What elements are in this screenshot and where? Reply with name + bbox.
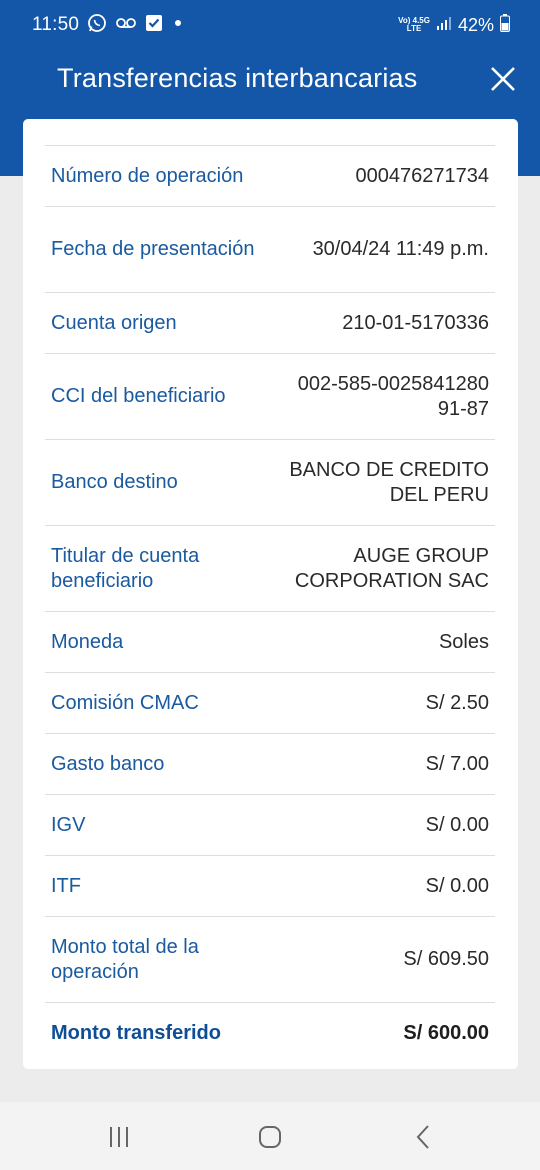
- detail-label: Cuenta origen: [51, 311, 177, 334]
- detail-label: Titular de cuenta beneficiario: [51, 544, 200, 592]
- status-left: 11:50: [32, 13, 185, 38]
- detail-value: 30/04/24 11:49 p.m.: [312, 238, 489, 260]
- detail-label: Gasto banco: [51, 752, 165, 775]
- detail-row-beneficiary-cci: CCI del beneficiario 002-585-0025841280 …: [45, 353, 495, 439]
- whatsapp-icon: [87, 13, 107, 38]
- back-icon: [416, 1125, 429, 1149]
- detail-label: CCI del beneficiario: [51, 385, 226, 407]
- back-button[interactable]: [402, 1122, 442, 1152]
- network-indicator: Vo) 4.5G LTE: [398, 17, 430, 33]
- close-icon: [491, 67, 515, 91]
- detail-row-beneficiary-holder: Titular de cuenta beneficiario AUGE GROU…: [45, 525, 495, 611]
- network-bottom-label: LTE: [406, 24, 422, 33]
- detail-label: Monto total de la operación: [51, 935, 199, 983]
- checkbox-icon: [145, 14, 163, 37]
- detail-label: Banco destino: [51, 471, 178, 493]
- detail-row-transferred-amount: Monto transferido S/ 600.00: [45, 1002, 495, 1063]
- detail-label: Fecha de presentación: [51, 238, 255, 260]
- detail-label: IGV: [51, 813, 86, 836]
- detail-value: S/ 600.00: [403, 1021, 489, 1044]
- detail-label: Monto transferido: [51, 1021, 221, 1044]
- operation-details-card: Número de operación 000476271734 Fecha d…: [23, 119, 518, 1069]
- detail-value: S/ 0.00: [425, 874, 489, 897]
- home-button[interactable]: [250, 1122, 290, 1152]
- battery-icon: [500, 13, 510, 37]
- notification-dot-icon: [171, 16, 185, 35]
- detail-row-destination-bank: Banco destino BANCO DE CREDITO DEL PERU: [45, 439, 495, 525]
- detail-row-igv: IGV S/ 0.00: [45, 794, 495, 855]
- detail-row-itf: ITF S/ 0.00: [45, 855, 495, 916]
- detail-value: 210-01-5170336: [342, 311, 489, 334]
- detail-row-source-account: Cuenta origen 210-01-5170336: [45, 292, 495, 353]
- detail-label: Número de operación: [51, 164, 244, 187]
- status-time: 11:50: [32, 14, 80, 35]
- detail-value: Soles: [438, 630, 489, 653]
- detail-label: Moneda: [51, 630, 124, 653]
- system-navigation-bar: [0, 1102, 540, 1170]
- signal-icon: [436, 15, 452, 36]
- detail-value: 002-585-0025841280 91-87: [297, 372, 489, 420]
- detail-value: S/ 0.00: [425, 813, 489, 836]
- page-title: Transferencias interbancarias: [57, 63, 418, 93]
- detail-value: 000476271734: [355, 164, 489, 187]
- detail-value: S/ 609.50: [403, 948, 489, 970]
- detail-row-currency: Moneda Soles: [45, 611, 495, 672]
- home-icon: [259, 1126, 281, 1148]
- details-list: Número de operación 000476271734 Fecha d…: [45, 145, 495, 1063]
- detail-row-operation-number: Número de operación 000476271734: [45, 145, 495, 206]
- detail-row-date: Fecha de presentación 30/04/24 11:49 p.m…: [45, 206, 495, 292]
- detail-row-total-amount: Monto total de la operación S/ 609.50: [45, 916, 495, 1002]
- detail-value: AUGE GROUP CORPORATION SAC: [294, 544, 489, 592]
- battery-percent: 42%: [457, 14, 494, 35]
- detail-label: Comisión CMAC: [51, 691, 199, 714]
- detail-row-commission: Comisión CMAC S/ 2.50: [45, 672, 495, 733]
- detail-value: BANCO DE CREDITO DEL PERU: [289, 458, 489, 506]
- recents-icon: [110, 1127, 128, 1147]
- close-button[interactable]: [488, 64, 518, 94]
- detail-value: S/ 7.00: [425, 752, 489, 775]
- recents-button[interactable]: [100, 1122, 140, 1152]
- detail-row-bank-fee: Gasto banco S/ 7.00: [45, 733, 495, 794]
- status-right: Vo) 4.5G LTE 42%: [398, 13, 510, 37]
- detail-label: ITF: [51, 874, 81, 897]
- detail-value: S/ 2.50: [425, 691, 489, 714]
- voicemail-icon: [115, 16, 137, 35]
- status-bar: 11:50 Vo) 4.5G LTE 42%: [0, 0, 540, 50]
